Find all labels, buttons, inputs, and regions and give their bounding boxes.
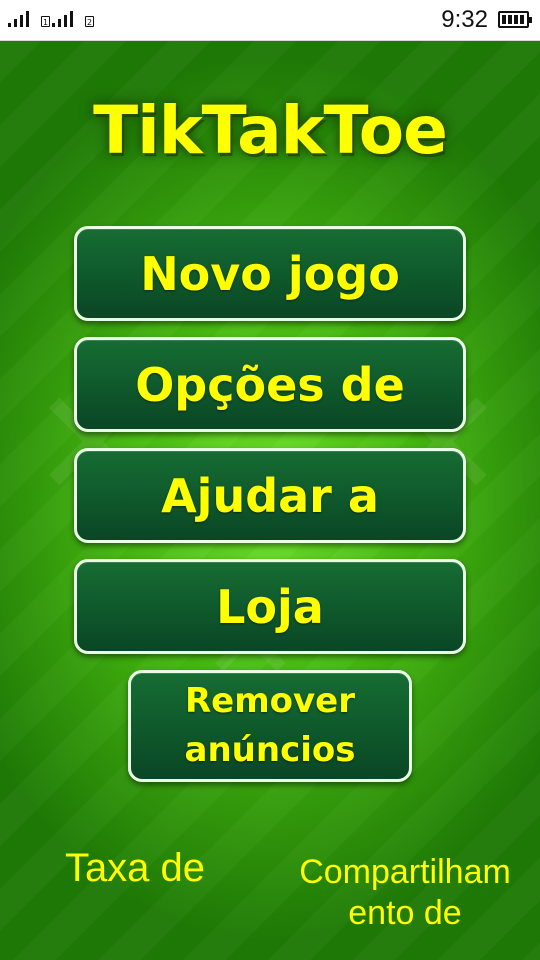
remove-ads-button[interactable]: Remover anúncios xyxy=(128,670,412,782)
store-button[interactable]: Loja xyxy=(74,559,466,654)
status-bar: 1 2 9:32 xyxy=(0,0,540,41)
share-label-line2: ento de xyxy=(348,893,462,932)
remove-ads-label-line1: Remover xyxy=(184,680,356,721)
share-label-line1: Compartilham xyxy=(299,853,511,891)
signal-icon: 2 xyxy=(52,11,94,29)
status-clock: 9:32 xyxy=(441,6,488,33)
help-button[interactable]: Ajudar a xyxy=(74,448,466,543)
help-label: Ajudar a xyxy=(161,468,379,523)
options-label: Opções de xyxy=(135,357,405,412)
rate-app-link[interactable]: Taxa de xyxy=(30,846,240,891)
share-app-link[interactable]: Compartilham ento de xyxy=(270,852,540,934)
app-screen: ✕ ✕ ✕ 1 2 9:32 TikTakToe Novo jogo xyxy=(0,0,540,960)
new-game-label: Novo jogo xyxy=(140,246,400,301)
sim-card-icon: 1 xyxy=(41,16,50,27)
new-game-button[interactable]: Novo jogo xyxy=(74,226,466,321)
battery-icon xyxy=(498,11,532,28)
signal-icon: 1 xyxy=(8,11,50,29)
store-label: Loja xyxy=(216,579,324,634)
game-title: TikTakToe xyxy=(93,92,448,169)
remove-ads-label-line2: anúncios xyxy=(184,730,356,770)
sim-card-icon: 2 xyxy=(85,16,94,27)
options-button[interactable]: Opções de xyxy=(74,337,466,432)
